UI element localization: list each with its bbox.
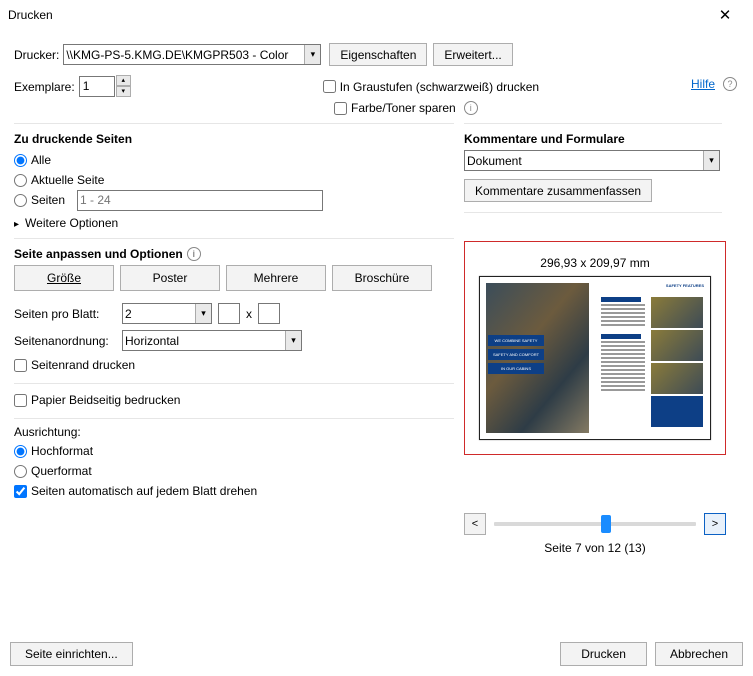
booklet-button[interactable]: Broschüre [332,265,432,291]
pages-current-radio[interactable] [14,174,27,187]
close-button[interactable]: ✕ [705,1,745,29]
print-preview: 296,93 x 209,97 mm WE COMBINE SAFETY SAF… [464,241,726,455]
grayscale-label: In Graustufen (schwarzweiß) drucken [340,80,539,94]
advanced-button[interactable]: Erweitert... [433,43,512,66]
chevron-down-icon[interactable]: ▾ [703,151,719,170]
print-button[interactable]: Drucken [560,642,647,666]
x-label: x [246,307,252,321]
duplex-checkbox[interactable] [14,394,27,407]
pages-all-label: Alle [31,153,51,167]
prev-page-button[interactable]: < [464,513,486,535]
landscape-radio[interactable] [14,465,27,478]
order-label: Seitenanordnung: [14,334,118,348]
pps-label: Seiten pro Blatt: [14,307,118,321]
help-link[interactable]: Hilfe [691,77,715,91]
cancel-button[interactable]: Abbrechen [655,642,743,666]
portrait-radio[interactable] [14,445,27,458]
chevron-down-icon[interactable]: ▾ [195,304,211,323]
summarize-button[interactable]: Kommentare zusammenfassen [464,179,652,202]
pps-cols[interactable] [218,303,240,324]
more-options-toggle[interactable]: Weitere Optionen [14,216,464,230]
copies-label: Exemplare: [14,80,75,94]
preview-band: IN OUR CABINS [488,363,544,374]
chevron-down-icon[interactable]: ▾ [285,331,301,350]
fit-title: Seite anpassen und Optionen [14,247,183,261]
help-icon[interactable]: ? [723,77,737,91]
comments-select[interactable] [464,150,720,171]
comments-title: Kommentare und Formulare [464,132,739,146]
next-page-button[interactable]: > [704,513,726,535]
page-setup-button[interactable]: Seite einrichten... [10,642,133,666]
pages-all-radio[interactable] [14,154,27,167]
properties-button[interactable]: Eigenschaften [329,43,427,66]
info-icon[interactable]: i [464,101,478,115]
printer-label: Drucker: [14,48,59,62]
copies-input[interactable]: 1 [79,76,115,97]
pages-current-label: Aktuelle Seite [31,173,104,187]
copies-down[interactable]: ▾ [116,86,131,97]
copies-up[interactable]: ▴ [116,75,131,86]
size-button[interactable]: Größe [14,265,114,291]
portrait-label: Hochformat [31,444,93,458]
preview-band: SAFETY AND COMFORT [488,349,544,360]
preview-band: WE COMBINE SAFETY [488,335,544,346]
border-checkbox[interactable] [14,359,27,372]
pages-title: Zu druckende Seiten [14,132,464,146]
preview-heading: SAFETY FEATURES [666,283,704,288]
autorotate-checkbox[interactable] [14,485,27,498]
pages-range-radio[interactable] [14,194,27,207]
pages-range-input[interactable] [77,190,323,211]
pages-range-label: Seiten [31,193,77,207]
border-label: Seitenrand drucken [31,358,135,372]
duplex-label: Papier Beidseitig bedrucken [31,393,180,407]
page-counter: Seite 7 von 12 (13) [464,541,726,555]
autorotate-label: Seiten automatisch auf jedem Blatt drehe… [31,484,257,498]
toner-label: Farbe/Toner sparen [351,101,456,115]
orientation-title: Ausrichtung: [14,425,464,439]
slider-thumb[interactable] [601,515,611,533]
toner-checkbox[interactable] [334,102,347,115]
pps-rows[interactable] [258,303,280,324]
page-slider[interactable] [494,522,696,526]
landscape-label: Querformat [31,464,92,478]
poster-button[interactable]: Poster [120,265,220,291]
multiple-button[interactable]: Mehrere [226,265,326,291]
preview-dimensions: 296,93 x 209,97 mm [479,256,711,270]
info-icon[interactable]: i [187,247,201,261]
chevron-down-icon[interactable]: ▾ [304,45,320,64]
grayscale-checkbox[interactable] [323,80,336,93]
window-title: Drucken [8,8,705,22]
order-select[interactable] [122,330,302,351]
printer-select[interactable] [63,44,321,65]
